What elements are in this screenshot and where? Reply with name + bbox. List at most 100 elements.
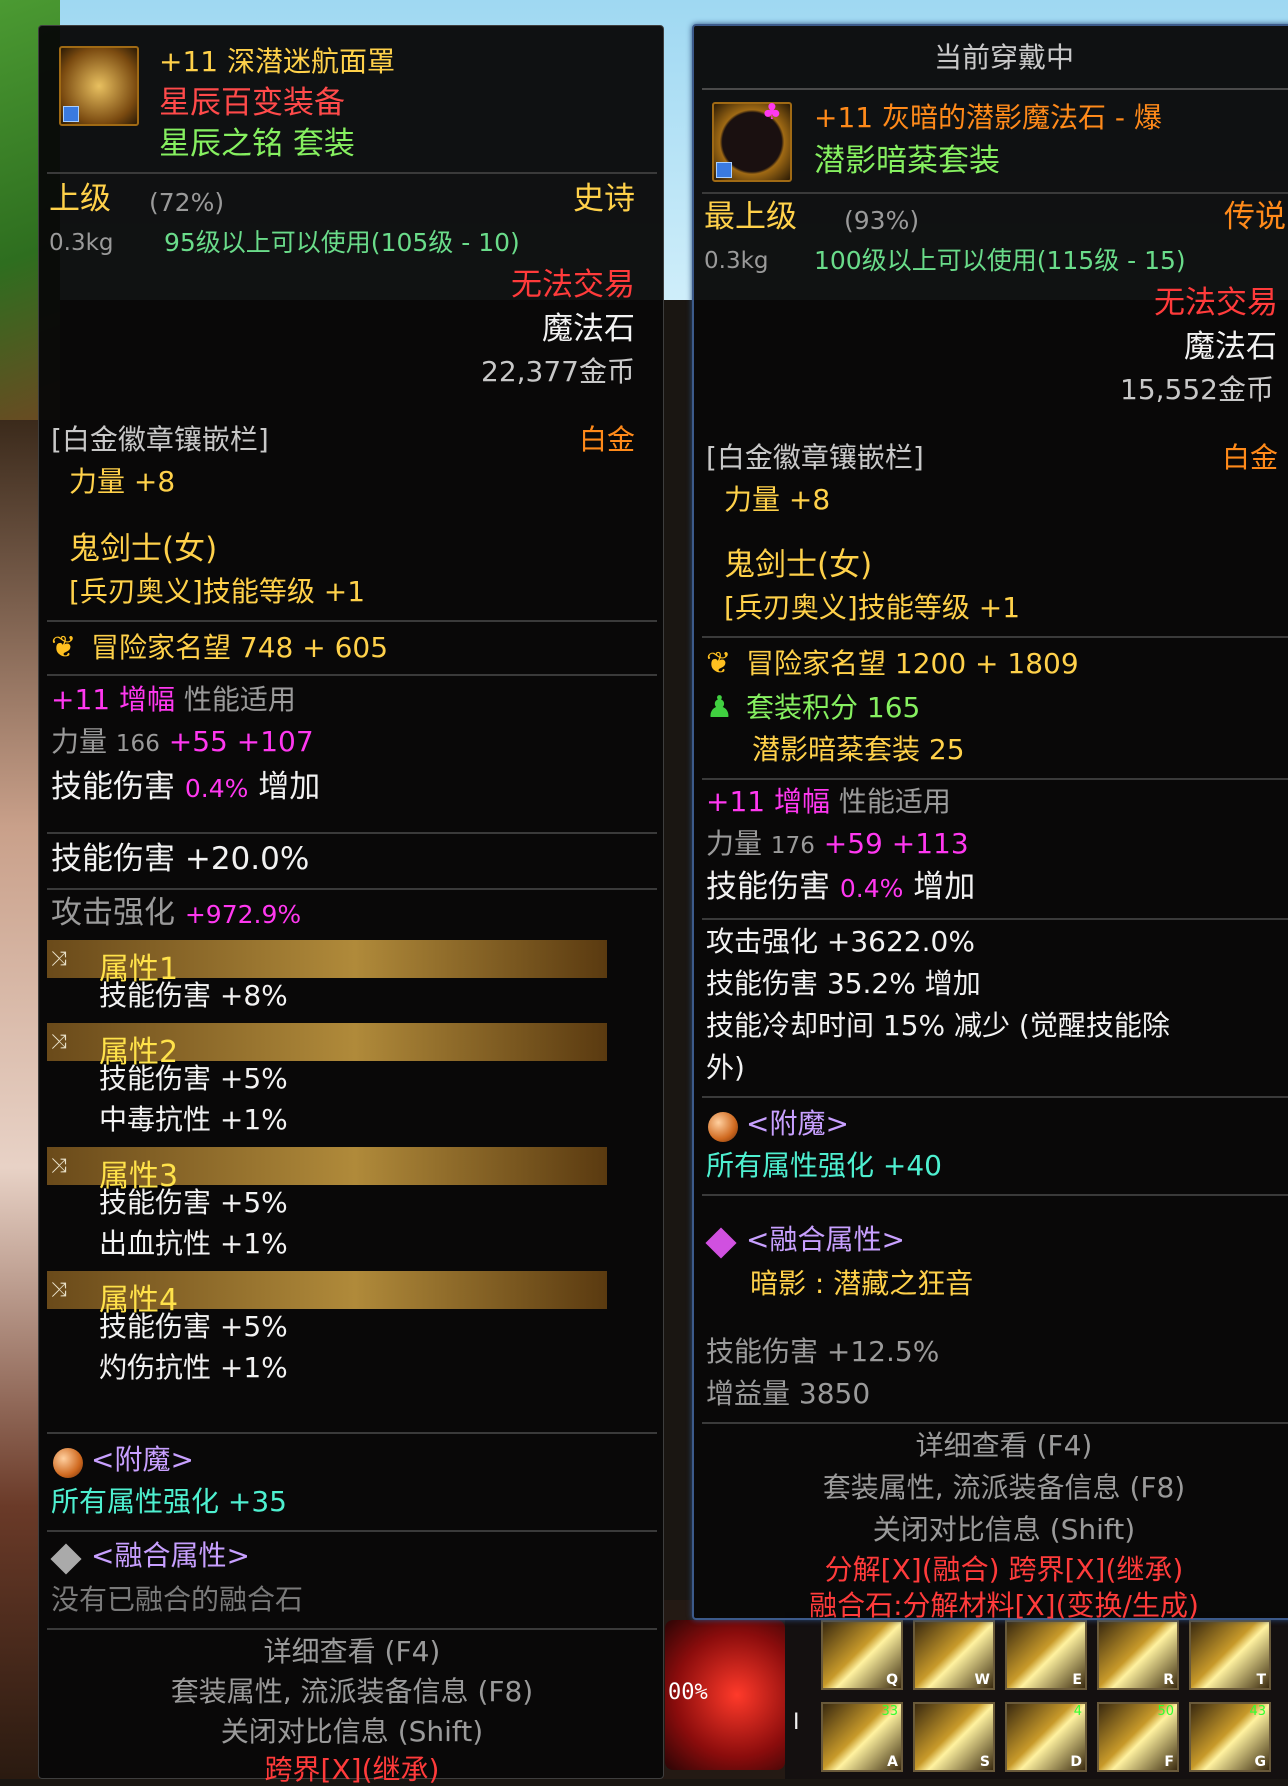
divider [702, 918, 1288, 920]
skill-level-bonus: [兵刃奥义]技能等级 +1 [69, 575, 366, 608]
attribute-header: ⤨ 属性2 [47, 1023, 607, 1070]
skill-damage-stat: 技能伤害 35.2% 增加 [706, 967, 981, 1000]
shuffle-icon: ⤨ [51, 1029, 67, 1053]
amplify-header: +11 增幅 性能适用 [706, 785, 951, 818]
fusion-value: 没有已融合的融合石 [51, 1583, 304, 1616]
set-info-hint[interactable]: 套装属性, 流派装备信息 (F8) [39, 1678, 665, 1706]
class-restriction: 鬼剑士(女) [724, 547, 873, 583]
item-rarity: 传说 [1224, 199, 1286, 235]
skill-slot-a[interactable]: A 33 [821, 1702, 903, 1772]
side-key: I [793, 1710, 800, 1735]
skill-hotkey: W [974, 1672, 990, 1688]
divider [702, 778, 1288, 780]
divider [47, 1432, 657, 1434]
attribute-line: 出血抗性 +1% [99, 1227, 288, 1260]
item-tooltip-equipped: 当前穿戴中 ♣ +11 灰暗的潜影魔法石 - 爆 潜影暗棻套装 最上级 (93%… [692, 24, 1288, 1620]
attribute-line: 灼伤抗性 +1% [99, 1351, 288, 1384]
skill-level: 4 [1073, 1704, 1082, 1719]
skill-hotkey: A [887, 1754, 898, 1770]
amplify-strength: 力量 176 +59 +113 [706, 827, 969, 860]
detail-view-hint[interactable]: 详细查看 (F4) [39, 1638, 665, 1666]
set-points-detail: 潜影暗棻套装 25 [752, 733, 965, 766]
divider [47, 888, 657, 890]
item-type: 魔法石 [542, 311, 635, 347]
disassemble-crossover-hint[interactable]: 分解[X](融合) 跨界[X](继承) [694, 1556, 1288, 1584]
divider [702, 1194, 1288, 1196]
item-category: 星辰百变装备 [159, 85, 345, 121]
item-type: 魔法石 [1184, 329, 1277, 365]
socket-type: 白金 [1222, 441, 1279, 474]
enhance-level: +11 [159, 45, 219, 78]
socket-label: [白金徽章镶嵌栏] [706, 441, 924, 474]
crossover-inherit-hint[interactable]: 跨界[X](继承) [39, 1756, 665, 1784]
trade-status: 无法交易 [511, 267, 635, 303]
skill-slot-s[interactable]: S [913, 1702, 995, 1772]
amplify-header: +11 增幅 性能适用 [51, 683, 296, 716]
item-set-name: 潜影暗棻套装 [814, 143, 1000, 179]
amplify-skill-damage: 技能伤害 0.4% 增加 [51, 769, 321, 805]
skill-slot-w[interactable]: W [913, 1620, 995, 1690]
detail-view-hint[interactable]: 详细查看 (F4) [694, 1432, 1288, 1460]
magic-stone-badge-icon: ♣ [762, 100, 782, 125]
skill-level: 50 [1157, 1704, 1174, 1719]
fusion-skill-damage: 技能伤害 +12.5% [706, 1335, 940, 1368]
item-icon-mask [59, 46, 139, 126]
attribute-line: 中毒抗性 +1% [99, 1103, 288, 1136]
enchant-title: <附魔> [91, 1443, 194, 1476]
item-tooltip-compare: +11 深潜迷航面罩 星辰百变装备 星辰之铭 套装 上级 (72%) 史诗 0.… [38, 25, 665, 1784]
divider [702, 88, 1288, 90]
enhance-level: +11 [814, 101, 874, 134]
skill-slot-f[interactable]: F 50 [1097, 1702, 1179, 1772]
trade-status: 无法交易 [1154, 285, 1278, 321]
enchant-orb-icon [708, 1112, 738, 1142]
set-info-hint[interactable]: 套装属性, 流派装备信息 (F8) [694, 1474, 1288, 1502]
attribute-line: 技能伤害 +8% [99, 979, 288, 1012]
skill-slot-r[interactable]: R [1097, 1620, 1179, 1690]
item-weight: 0.3kg [49, 230, 114, 256]
skill-level: 43 [1249, 1704, 1266, 1719]
enchant-value: 所有属性强化 +40 [706, 1149, 942, 1182]
skill-damage-stat: 技能伤害 +20.0% [51, 841, 310, 877]
fusion-title: <融合属性> [91, 1539, 250, 1572]
skill-slot-t[interactable]: T [1189, 1620, 1271, 1690]
attribute-header: ⤨ 属性3 [47, 1147, 607, 1194]
skill-hotkey: E [1072, 1672, 1082, 1688]
skill-hotkey: S [979, 1754, 990, 1770]
game-background-character [0, 420, 40, 1779]
enchant-title: <附魔> [746, 1107, 849, 1140]
amplify-skill-damage: 技能伤害 0.4% 增加 [706, 869, 976, 905]
item-name: 灰暗的潜影魔法石 - 爆 [882, 101, 1162, 134]
divider [47, 674, 657, 676]
skill-slot-g[interactable]: G 43 [1189, 1702, 1271, 1772]
fusion-diamond-icon [705, 1227, 737, 1259]
close-compare-hint[interactable]: 关闭对比信息 (Shift) [39, 1718, 665, 1746]
item-title: +11 灰暗的潜影魔法石 - 爆 [814, 104, 1162, 132]
class-restriction: 鬼剑士(女) [69, 531, 218, 567]
attribute-header: ⤨ 属性1 [47, 940, 607, 987]
skill-hotkey: D [1070, 1754, 1082, 1770]
close-compare-hint[interactable]: 关闭对比信息 (Shift) [694, 1516, 1288, 1544]
enchant-orb-icon [53, 1448, 83, 1478]
divider [47, 1628, 657, 1630]
item-name: 深潜迷航面罩 [227, 45, 396, 78]
skill-bar: I Q W E R T A 33 S D 4 F 50 G 43 [785, 1612, 1288, 1779]
fusion-title: <融合属性> [746, 1223, 905, 1256]
item-price: 22,377金币 [481, 355, 635, 388]
item-grade-percent: (93%) [844, 206, 920, 235]
skill-level: 33 [881, 1704, 898, 1719]
skill-slot-d[interactable]: D4 [1005, 1702, 1087, 1772]
item-weight: 0.3kg [704, 248, 769, 274]
level-requirement: 100级以上可以使用(115级 - 15) [814, 246, 1186, 275]
fusion-stone-material-hint[interactable]: 融合石:分解材料[X](变换/生成) [694, 1592, 1288, 1620]
shuffle-icon: ⤨ [51, 1277, 67, 1301]
skill-hotkey: R [1163, 1672, 1174, 1688]
skill-level-bonus: [兵刃奥义]技能等级 +1 [724, 591, 1021, 624]
skill-slot-e[interactable]: E [1005, 1620, 1087, 1690]
skill-hotkey: G [1254, 1754, 1267, 1770]
set-points-icon: ♟ [706, 690, 733, 725]
skill-slot-q[interactable]: Q [821, 1620, 903, 1690]
set-points: 套装积分 165 [746, 691, 921, 724]
fusion-diamond-icon [50, 1543, 82, 1575]
skill-hotkey: F [1164, 1754, 1174, 1770]
divider [47, 620, 657, 622]
